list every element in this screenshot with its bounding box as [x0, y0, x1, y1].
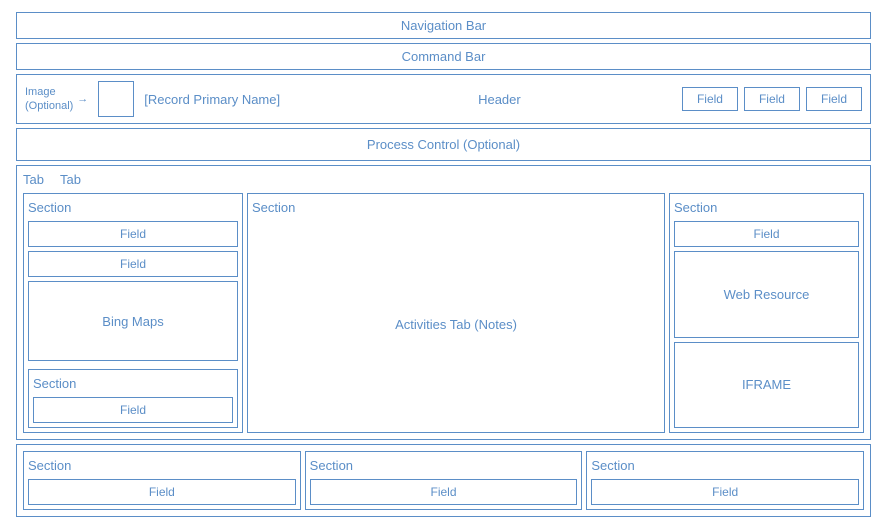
bottom-col-3: Section Field	[586, 451, 864, 510]
navigation-bar: Navigation Bar	[16, 12, 871, 39]
left-field-2: Field	[28, 251, 238, 277]
tab-1[interactable]: Tab	[23, 172, 44, 187]
iframe-box: IFRAME	[674, 342, 859, 429]
bottom-sections-container: Section Field Section Field Section Fiel…	[16, 444, 871, 517]
bottom-section-label-1: Section	[28, 456, 296, 475]
record-primary-name: [Record Primary Name]	[144, 92, 317, 107]
bing-maps-box: Bing Maps	[28, 281, 238, 361]
process-control: Process Control (Optional)	[16, 128, 871, 161]
columns-row: Section Field Field Bing Maps Section Fi…	[23, 193, 864, 433]
page-wrapper: Navigation Bar Command Bar Image (Option…	[0, 0, 887, 529]
bottom-section-label-2: Section	[310, 456, 578, 475]
header-field-1[interactable]: Field	[682, 87, 738, 111]
mid-section-label: Section	[252, 198, 660, 217]
tabs-container: Tab Tab Section Field Field Bing Maps Se…	[16, 165, 871, 440]
left-column: Section Field Field Bing Maps Section Fi…	[23, 193, 243, 433]
tab-labels: Tab Tab	[23, 172, 864, 189]
bottom-section-label-3: Section	[591, 456, 859, 475]
header-fields: Field Field Field	[682, 87, 862, 111]
bottom-field-3: Field	[591, 479, 859, 505]
right-field-1: Field	[674, 221, 859, 247]
command-bar: Command Bar	[16, 43, 871, 70]
bottom-field-1: Field	[28, 479, 296, 505]
right-column: Section Field Web Resource IFRAME	[669, 193, 864, 433]
arrow-icon: →	[77, 92, 88, 106]
bottom-col-1: Section Field	[23, 451, 301, 510]
left-sub-section-label: Section	[33, 374, 233, 393]
header-field-3[interactable]: Field	[806, 87, 862, 111]
header-row: Image (Optional) → [Record Primary Name]…	[16, 74, 871, 124]
web-resource-box: Web Resource	[674, 251, 859, 338]
header-field-2[interactable]: Field	[744, 87, 800, 111]
left-field-1: Field	[28, 221, 238, 247]
left-sub-section: Section Field	[28, 369, 238, 428]
bottom-columns-row: Section Field Section Field Section Fiel…	[23, 451, 864, 510]
tab-2[interactable]: Tab	[60, 172, 81, 187]
bottom-col-2: Section Field	[305, 451, 583, 510]
right-section-label: Section	[674, 198, 859, 217]
image-label: Image (Optional) →	[25, 85, 88, 114]
bottom-field-2: Field	[310, 479, 578, 505]
header-label: Header	[327, 92, 672, 107]
image-box	[98, 81, 134, 117]
left-section-label: Section	[28, 198, 238, 217]
activities-box: Activities Tab (Notes)	[252, 221, 660, 428]
mid-column: Section Activities Tab (Notes)	[247, 193, 665, 433]
left-sub-field: Field	[33, 397, 233, 423]
